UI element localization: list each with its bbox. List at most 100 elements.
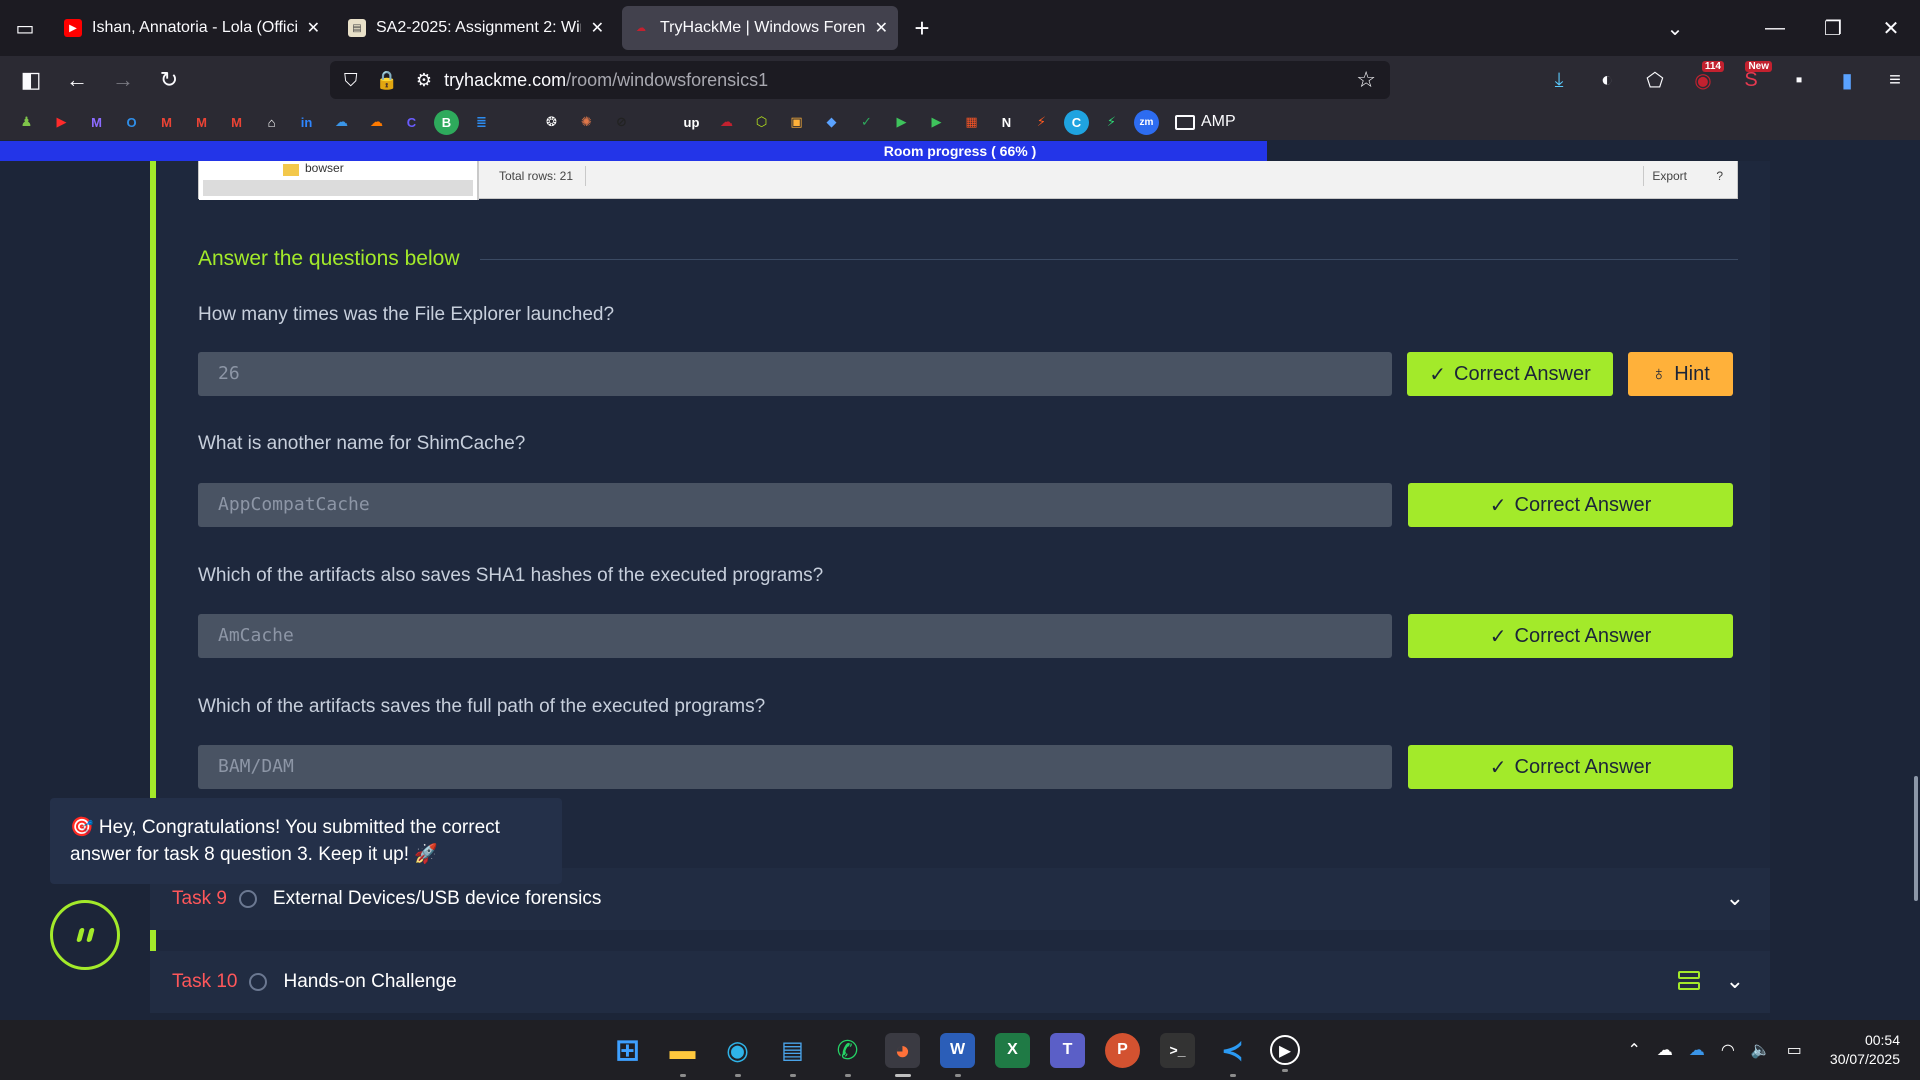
chevron-up-icon[interactable]: ⌃ (1628, 1040, 1641, 1060)
bookmark-folder-amp[interactable]: AMP (1175, 113, 1236, 131)
volume-icon[interactable]: 🔈 (1751, 1040, 1771, 1060)
powerpoint-icon[interactable]: P (1105, 1032, 1140, 1068)
box-icon[interactable]: ⬡ (749, 110, 774, 135)
onedrive-icon[interactable]: ☁ (1689, 1040, 1705, 1060)
question-1-answer-input[interactable]: 26 (198, 352, 1392, 396)
excel-icon[interactable]: X (995, 1032, 1030, 1068)
gmail-icon-2[interactable]: M (189, 110, 214, 135)
bookmark-star-icon[interactable]: ☆ (1356, 67, 1376, 93)
edge-icon[interactable]: ◉ (720, 1033, 755, 1077)
shield-icon[interactable]: ⛉ (344, 70, 358, 91)
new-tab-button[interactable]: + (902, 6, 942, 50)
terminal-icon[interactable]: >_ (1160, 1032, 1195, 1068)
wifi-icon[interactable]: ◠ (1721, 1040, 1735, 1060)
taskbar-clock[interactable]: 00:54 30/07/2025 (1830, 1031, 1900, 1069)
tab-list-icon[interactable]: ⌄ (1646, 16, 1704, 41)
upwork-icon[interactable]: up (679, 110, 704, 135)
image-icon[interactable]: ▣ (784, 110, 809, 135)
chess-icon[interactable]: ♟ (14, 110, 39, 135)
teams-icon[interactable]: T (1050, 1032, 1085, 1068)
coursera-icon[interactable]: C (399, 110, 424, 135)
play-icon-2[interactable]: ▶ (924, 110, 949, 135)
apple-icon[interactable] (644, 110, 669, 135)
server-icon[interactable] (1678, 971, 1700, 991)
battery-icon[interactable]: ▭ (1787, 1040, 1802, 1060)
close-window-icon[interactable]: ✕ (1862, 16, 1920, 41)
question-3-correct-button[interactable]: ✓ Correct Answer (1408, 614, 1733, 658)
gmail-icon-1[interactable]: M (154, 110, 179, 135)
question-2-answer-input[interactable]: AppCompatCache (198, 483, 1392, 527)
pulse-icon[interactable]: ⚡ (1099, 110, 1124, 135)
site-permissions-icon[interactable]: ⚙ (416, 70, 432, 91)
extensions-puzzle-icon[interactable]: ⬠ (1640, 65, 1670, 95)
question-1-hint-button[interactable]: ♁ Hint (1628, 352, 1733, 396)
gmail-icon-3[interactable]: M (224, 110, 249, 135)
microsoft-icon[interactable]: ▦ (959, 110, 984, 135)
page-scrollbar[interactable] (1914, 776, 1918, 901)
notion-icon[interactable]: N (994, 110, 1019, 135)
ai-icon[interactable]: ⊘ (609, 110, 634, 135)
play-icon-1[interactable]: ▶ (889, 110, 914, 135)
extension-new-icon[interactable]: S New (1736, 61, 1772, 95)
menu-icon[interactable]: ≡ (1880, 65, 1910, 95)
question-4-answer-input[interactable]: BAM/DAM (198, 745, 1392, 789)
proton-mail-icon[interactable]: M (84, 110, 109, 135)
file-explorer-icon[interactable]: ▬ (665, 1033, 700, 1077)
downloads-icon[interactable]: ⤓ (1544, 65, 1574, 95)
url-bar[interactable]: ⛉ 🔒 ⚙ tryhackme.com/room/windowsforensic… (330, 61, 1390, 99)
tryhackme-bookmark-icon[interactable]: ☁ (714, 110, 739, 135)
close-tab-icon[interactable]: ✕ (875, 18, 888, 38)
question-4-correct-button[interactable]: ✓ Correct Answer (1408, 745, 1733, 789)
forward-icon[interactable]: → (100, 60, 146, 100)
close-tab-icon[interactable]: ✕ (591, 18, 604, 38)
school-icon[interactable]: ⌂ (259, 110, 284, 135)
diamond-icon[interactable]: ◆ (819, 110, 844, 135)
tab-assignment[interactable]: ▤ SA2-2025: Assignment 2: Windo ✕ (338, 6, 614, 50)
task-10-row[interactable]: Task 10 Hands-on Challenge ⌄ (150, 951, 1770, 1013)
notes-icon[interactable]: ≣ (469, 110, 494, 135)
onedrive-sync-icon[interactable]: ☁ (1657, 1040, 1673, 1060)
screenshot-folder-label: bowser (305, 161, 344, 175)
restore-icon[interactable]: ❐ (1804, 16, 1862, 41)
media-player-icon[interactable]: ▸ (1270, 1035, 1300, 1072)
whatsapp-icon[interactable]: ✆ (830, 1033, 865, 1077)
question-1-correct-button[interactable]: ✓ Correct Answer (1407, 352, 1613, 396)
windows-start-icon[interactable]: ⊞ (610, 1033, 645, 1068)
lightbulb-icon: ♁ (1651, 362, 1667, 385)
lock-icon[interactable]: 🔒 (376, 70, 398, 91)
notepad-icon[interactable]: ▤ (775, 1033, 810, 1077)
extension-counter-icon[interactable]: ◉ 114 (1688, 61, 1724, 95)
chat-assistant-button[interactable] (50, 900, 120, 970)
back-icon[interactable]: ← (54, 60, 100, 100)
close-tab-icon[interactable]: ✕ (307, 18, 320, 38)
canva-icon[interactable]: C (1064, 109, 1089, 135)
onedrive-icon[interactable]: ☁ (329, 110, 354, 135)
youtube-bookmark-icon[interactable]: ▶ (49, 110, 74, 135)
outlook-icon[interactable]: O (119, 110, 144, 135)
chevron-down-icon[interactable]: ⌄ (1726, 885, 1744, 911)
linkedin-icon[interactable]: in (294, 110, 319, 135)
check-icon: ✓ (1489, 625, 1507, 648)
soundcloud-icon[interactable]: ☁ (364, 110, 389, 135)
vscode-icon[interactable]: ≺ (1215, 1033, 1250, 1077)
firefox-icon[interactable]: ◕ (885, 1032, 920, 1077)
reload-icon[interactable]: ↻ (146, 60, 192, 100)
chevron-down-icon[interactable]: ⌄ (1726, 968, 1744, 994)
b-icon[interactable]: B (434, 109, 459, 135)
tab-overview-icon[interactable]: ▭ (0, 0, 50, 56)
zoom-icon[interactable]: zm (1134, 109, 1159, 135)
extension-doc-icon[interactable]: ▮ (1832, 65, 1862, 95)
word-icon[interactable]: W (940, 1032, 975, 1077)
sidebar-toggle-icon[interactable]: ◧ (8, 60, 54, 100)
wave-icon[interactable]: ✓ (854, 110, 879, 135)
extension-icon[interactable]: ◐ (1592, 65, 1622, 95)
tab-youtube[interactable]: ▶ Ishan, Annatoria - Lola (Official ✕ (54, 6, 330, 50)
extension-dark-icon[interactable]: ▪ (1784, 65, 1814, 95)
tab-tryhackme[interactable]: ☁ TryHackMe | Windows Forensic ✕ (622, 6, 898, 50)
chatgpt-icon[interactable]: ❂ (539, 110, 564, 135)
minimize-icon[interactable]: — (1746, 17, 1804, 40)
question-2-correct-button[interactable]: ✓ Correct Answer (1408, 483, 1733, 527)
flame-icon[interactable]: ⚡ (1029, 110, 1054, 135)
claude-icon[interactable]: ✺ (574, 110, 599, 135)
question-3-answer-input[interactable]: AmCache (198, 614, 1392, 658)
